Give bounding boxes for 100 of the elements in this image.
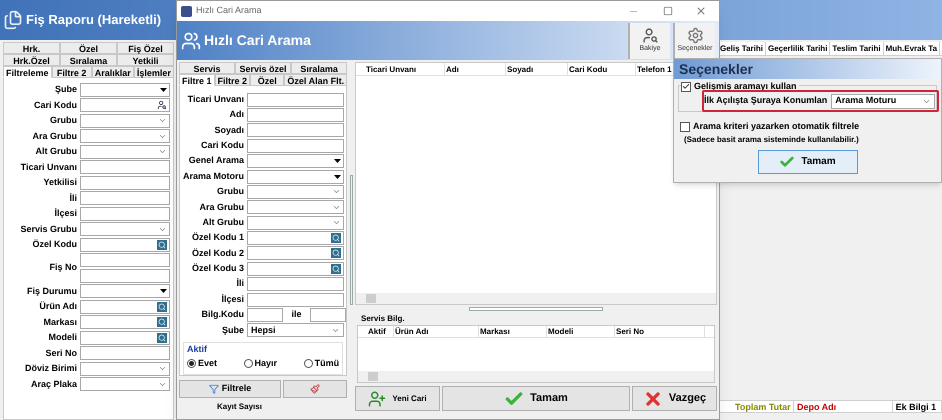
dropdown-field[interactable] xyxy=(80,222,170,236)
field-label: Fiş Durumu xyxy=(26,284,77,298)
radio-button[interactable]: Tümü xyxy=(304,356,340,370)
tab[interactable]: Filtre 2 xyxy=(214,74,250,86)
splitter-handle[interactable] xyxy=(469,307,603,311)
tab[interactable]: Servis özel xyxy=(235,62,292,74)
search-icon xyxy=(157,302,167,312)
search-icon xyxy=(157,240,167,250)
dropdown-field[interactable] xyxy=(80,144,170,159)
input-field[interactable] xyxy=(247,308,283,322)
field-label: Grubu xyxy=(49,114,77,127)
maximize-icon[interactable] xyxy=(663,6,673,16)
clear-button[interactable] xyxy=(283,380,347,398)
input-field[interactable] xyxy=(80,206,170,221)
input-field[interactable] xyxy=(80,269,170,283)
status-label: Kayıt Sayısı xyxy=(217,401,262,413)
lookup-field[interactable] xyxy=(247,231,344,246)
dropdown-field[interactable]: Arama Moturu xyxy=(831,94,935,108)
filter-button[interactable]: Filtrele xyxy=(179,380,281,398)
input-field[interactable] xyxy=(80,176,170,190)
input-field[interactable] xyxy=(80,346,170,360)
person-search-icon xyxy=(157,100,167,110)
tab[interactable]: İşlemler xyxy=(134,66,174,78)
dropdown-field[interactable] xyxy=(80,284,170,298)
field-label: ile xyxy=(290,308,302,322)
dropdown-field[interactable] xyxy=(80,362,170,376)
input-field[interactable] xyxy=(247,138,344,153)
scroll-thumb[interactable] xyxy=(368,372,378,381)
field-label: Servis Grubu xyxy=(19,222,77,236)
tab[interactable]: Filtreleme xyxy=(3,66,52,78)
dropdown-field[interactable] xyxy=(247,216,344,230)
action-button[interactable]: Yeni Cari xyxy=(355,386,440,411)
dropdown-field[interactable] xyxy=(247,184,344,199)
lookup-field[interactable] xyxy=(247,246,344,260)
input-field[interactable] xyxy=(80,160,170,174)
column-header: Depo Adı xyxy=(794,401,893,412)
lookup-field[interactable] xyxy=(247,262,344,276)
tab[interactable]: Özel xyxy=(250,74,284,86)
checkbox[interactable] xyxy=(681,82,691,92)
column-header: Ek Bilgi 1 xyxy=(892,401,942,412)
tab[interactable]: Fiş Özel xyxy=(117,42,174,54)
window-title: Hızlı Cari Arama xyxy=(196,4,263,18)
add-user-icon xyxy=(368,390,386,408)
tab[interactable]: Servis xyxy=(179,62,236,74)
tab[interactable]: Filtre 2 xyxy=(52,66,92,78)
search-icon xyxy=(157,332,167,343)
lookup-field[interactable] xyxy=(80,98,170,112)
scroll-thumb[interactable] xyxy=(366,294,376,303)
column-header: Toplam Tutar xyxy=(732,401,794,412)
lookup-field[interactable] xyxy=(80,300,170,314)
tab[interactable]: Özel Alan Flt. xyxy=(284,74,348,86)
radio-button[interactable]: Evet xyxy=(187,356,218,370)
tab[interactable]: Filtre 1 xyxy=(179,74,215,86)
lookup-field[interactable] xyxy=(80,238,170,252)
ok-button[interactable]: Tamam xyxy=(758,150,858,174)
radio-button[interactable]: Hayır xyxy=(244,356,278,370)
action-button[interactable]: Tamam xyxy=(442,386,630,411)
person-search-icon xyxy=(642,26,658,44)
close-icon[interactable] xyxy=(695,5,707,17)
dropdown-field[interactable] xyxy=(80,377,170,392)
action-button[interactable]: Vazgeç xyxy=(632,386,717,411)
tab[interactable]: Yetkili xyxy=(117,54,174,66)
checkbox-label: Gelişmiş aramayı kullan xyxy=(694,80,797,93)
field-label: Ürün Adı xyxy=(38,300,77,313)
field-label: Soyadı xyxy=(213,124,244,137)
search-icon xyxy=(157,317,167,328)
window-title: Fiş Raporu (Hareketli) xyxy=(26,11,162,30)
input-field[interactable] xyxy=(247,92,344,107)
checkbox[interactable] xyxy=(680,122,690,132)
input-field[interactable] xyxy=(310,308,346,322)
dropdown-arrow-icon xyxy=(334,159,341,164)
horizontal-scrollbar[interactable] xyxy=(358,371,714,382)
dropdown-field[interactable] xyxy=(247,200,344,214)
dropdown-field[interactable] xyxy=(80,129,170,144)
tab[interactable]: Sıralama xyxy=(60,54,117,66)
field-label: Genel Arama xyxy=(188,154,244,168)
splitter-handle[interactable] xyxy=(350,174,353,304)
input-field[interactable] xyxy=(247,292,344,307)
tab[interactable]: Hrk.Özel xyxy=(3,54,60,66)
input-field[interactable] xyxy=(247,108,344,122)
horizontal-scrollbar[interactable] xyxy=(356,293,716,304)
tab[interactable]: Aralıklar xyxy=(92,66,134,78)
field-label: Modeli xyxy=(48,331,77,344)
lookup-field[interactable] xyxy=(80,330,170,345)
dropdown-field[interactable] xyxy=(80,114,170,128)
input-field[interactable] xyxy=(80,191,170,206)
tab[interactable]: Hrk. xyxy=(3,42,60,54)
field-label: Döviz Birimi xyxy=(24,362,77,375)
column-header: Cari Kodu xyxy=(568,63,636,75)
dropdown-field[interactable] xyxy=(80,82,170,97)
input-field[interactable] xyxy=(80,253,170,267)
column-header: Modeli xyxy=(547,326,615,337)
tab[interactable]: Sıralama xyxy=(291,62,348,74)
dropdown-field[interactable] xyxy=(247,170,344,184)
input-field[interactable] xyxy=(247,277,344,292)
dropdown-field[interactable]: Hepsi xyxy=(247,323,344,338)
dropdown-field[interactable] xyxy=(247,154,344,168)
lookup-field[interactable] xyxy=(80,315,170,330)
input-field[interactable] xyxy=(247,123,344,138)
tab[interactable]: Özel xyxy=(60,42,117,54)
